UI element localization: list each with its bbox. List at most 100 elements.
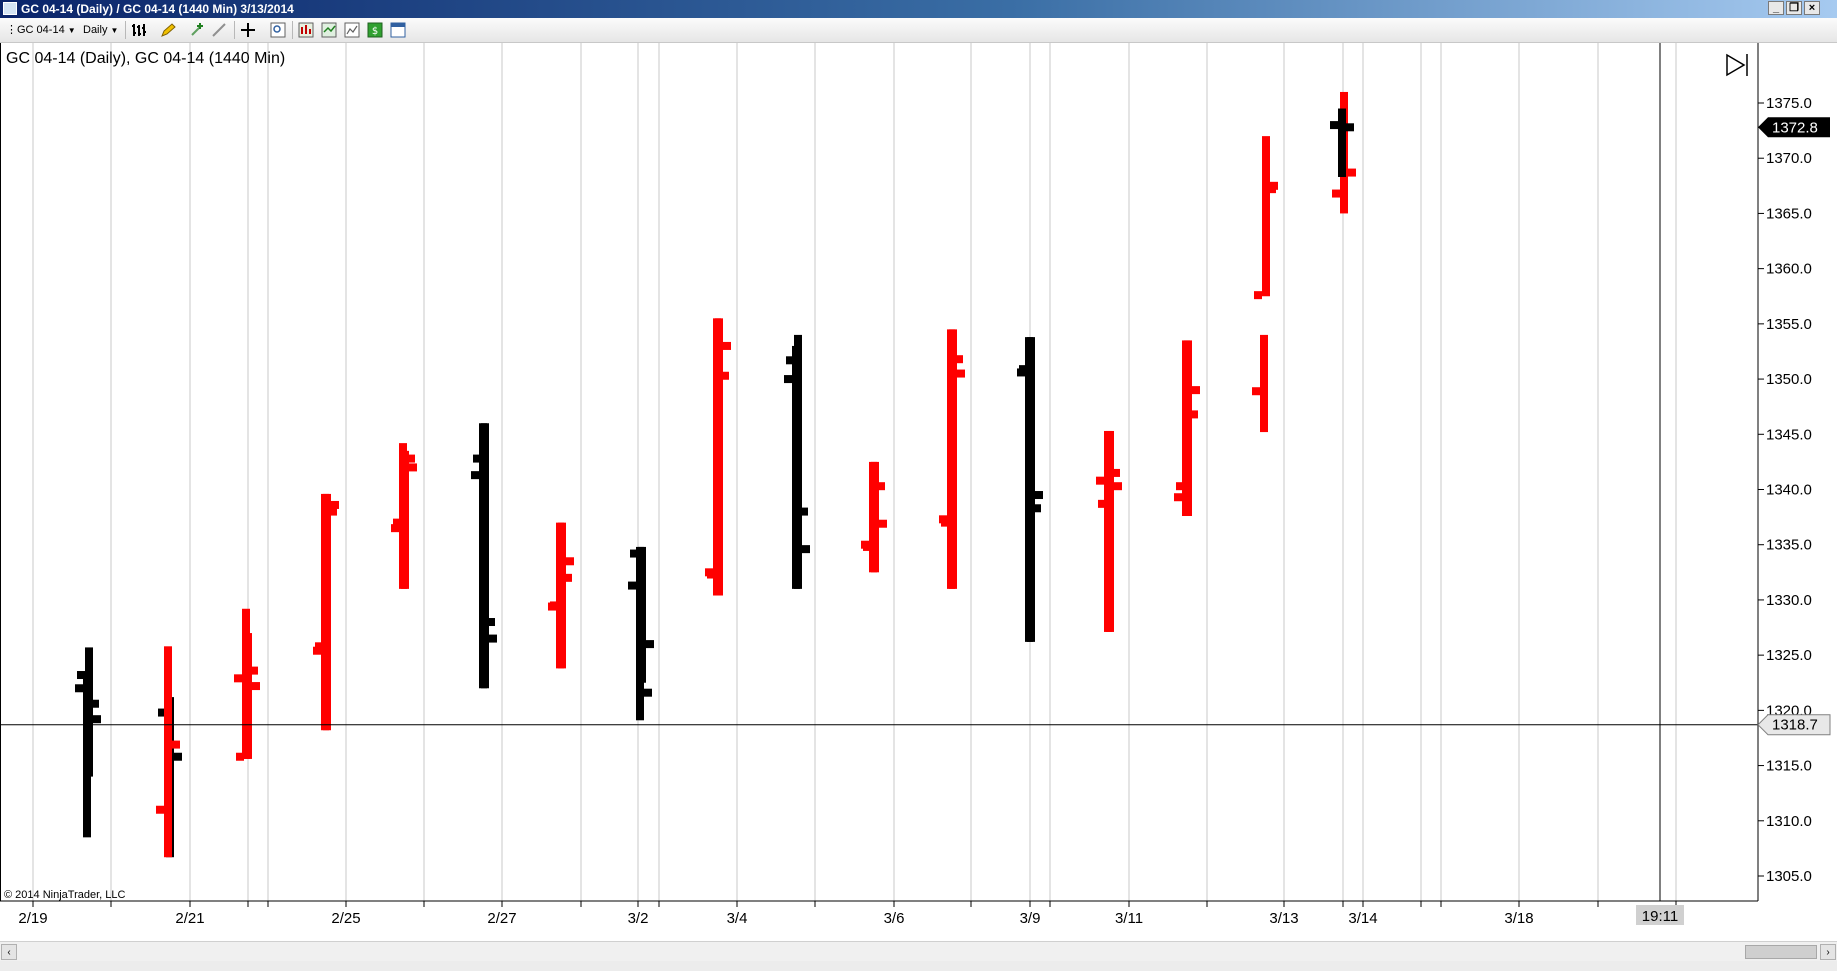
close-button[interactable]: × [1804,1,1820,15]
scroll-right-button[interactable]: › [1820,944,1836,960]
ohlc-close-tick [93,715,101,724]
ohlc-close-tick [91,699,99,708]
scrollbar-thumb[interactable] [1745,945,1817,959]
y-tick-label: 1375.0 [1766,95,1812,112]
x-tick-label: 3/2 [628,910,649,927]
ohlc-bar-range [1182,340,1190,517]
ohlc-close-tick [1190,410,1198,419]
axes: 1305.01310.01315.01320.01325.01330.01335… [0,43,1812,927]
y-tick-label: 1340.0 [1766,482,1812,499]
ohlc-bar-range [321,493,329,731]
ohlc-bar-range [1338,108,1346,177]
ohlc-close-tick [1033,504,1041,513]
x-tick-label: 3/14 [1348,910,1377,927]
ohlc-close-tick [1035,491,1043,500]
zoom-icon[interactable] [270,22,286,38]
x-tick-label: 3/9 [1020,910,1041,927]
chevron-right-icon: › [1826,947,1830,958]
ohlc-bar-range [1104,430,1112,632]
chart-canvas[interactable]: 1305.01310.01315.01320.01325.01330.01335… [0,43,1837,941]
grid-lines [32,43,1677,901]
x-tick-label: 3/6 [884,910,905,927]
y-tick-label: 1370.0 [1766,150,1812,167]
chevron-left-icon: ‹ [7,947,11,958]
chart-properties-icon[interactable] [344,22,360,38]
minimize-button[interactable]: _ [1768,1,1784,15]
strategies-icon[interactable] [321,22,337,38]
ohlc-close-tick [407,454,415,463]
y-tick-label: 1335.0 [1766,537,1812,554]
ohlc-bar-range [83,671,91,838]
ohlc-open-tick [1174,493,1182,502]
status-bar [0,961,1837,971]
crosshair-time-label: 19:11 [1642,908,1678,925]
ohlc-bar-range [556,522,564,669]
ohlc-close-tick [487,618,495,627]
ohlc-close-tick [1192,386,1200,395]
crosshair-icon[interactable] [240,22,256,38]
instrument-selector[interactable]: GC 04-14 ▼ [17,22,76,38]
indicators-icon[interactable] [298,22,314,38]
ohlc-open-tick [1252,387,1260,396]
ohlc-close-tick [564,573,572,582]
ohlc-bar-range [1260,334,1268,433]
ohlc-bar-range [399,443,407,589]
plus-tool-icon[interactable] [189,22,205,38]
ohlc-open-tick [1330,121,1338,130]
crosshair-price-label: 1318.7 [1772,717,1818,734]
window-title: GC 04-14 (Daily) / GC 04-14 (1440 Min) 3… [21,2,294,16]
ohlc-close-tick [955,355,963,364]
ohlc-close-tick [644,688,652,697]
x-tick-label: 2/27 [487,910,516,927]
ohlc-open-tick [391,524,399,533]
interval-selector[interactable]: Daily ▼ [83,22,118,38]
interval-label: Daily [83,24,108,36]
last-price-label: 1372.8 [1772,119,1818,136]
y-tick-label: 1315.0 [1766,758,1812,775]
x-tick-label: 2/21 [175,910,204,927]
ohlc-close-tick [252,682,260,691]
line-tool-icon[interactable] [211,22,227,38]
ohlc-open-tick [1254,291,1262,300]
ohlc-open-tick [471,471,479,480]
window-titlebar: GC 04-14 (Daily) / GC 04-14 (1440 Min) 3… [0,0,1837,18]
horizontal-scrollbar[interactable]: ‹ › [0,941,1837,961]
chart-panel[interactable]: 1305.0 1310.0 1315.0 1320.0 1325.0 1330.0 1335… [0,43,1837,941]
x-tick-label: 3/18 [1504,910,1533,927]
pencil-draw-icon[interactable] [160,22,176,38]
crosshair-overlay: 1318.7 19:11 1372.8 [0,43,1831,925]
y-tick-label: 1310.0 [1766,813,1812,830]
ohlc-close-tick [172,740,180,749]
y-tick-label: 1350.0 [1766,371,1812,388]
ohlc-close-tick [329,507,337,516]
x-tick-label: 2/25 [331,910,360,927]
toolbar-grip[interactable]: ⋮ [6,22,17,38]
ohlc-open-tick [1332,189,1340,198]
ohlc-bar-range [713,318,721,596]
ohlc-close-tick [721,371,729,380]
ohlc-close-tick [409,463,417,472]
ohlc-open-tick [548,602,556,611]
scroll-to-end-icon[interactable] [1726,53,1748,77]
ohlc-open-tick [628,581,636,590]
dollar-icon[interactable]: $ [367,22,383,38]
chart-title: GC 04-14 (Daily), GC 04-14 (1440 Min) [6,50,286,67]
app-icon [3,2,17,15]
ohlc-open-tick [234,674,242,683]
bars-type-icon[interactable] [131,22,147,38]
ohlc-open-tick [1096,476,1104,485]
ohlc-close-tick [250,666,258,675]
ohlc-bar-range [164,646,172,858]
y-tick-label: 1355.0 [1766,316,1812,333]
x-tick-label: 3/11 [1115,910,1143,927]
restore-button[interactable]: ❐ [1786,1,1802,15]
ohlc-bar-range [242,608,250,759]
ohlc-bar-range [1025,337,1033,642]
x-tick-label: 3/4 [727,910,748,927]
y-tick-label: 1360.0 [1766,261,1812,278]
toolbar-separator [292,21,293,39]
ohlc-bar-range [792,345,800,589]
scroll-left-button[interactable]: ‹ [1,944,17,960]
panel-icon[interactable] [390,22,406,38]
ohlc-close-tick [877,482,885,491]
